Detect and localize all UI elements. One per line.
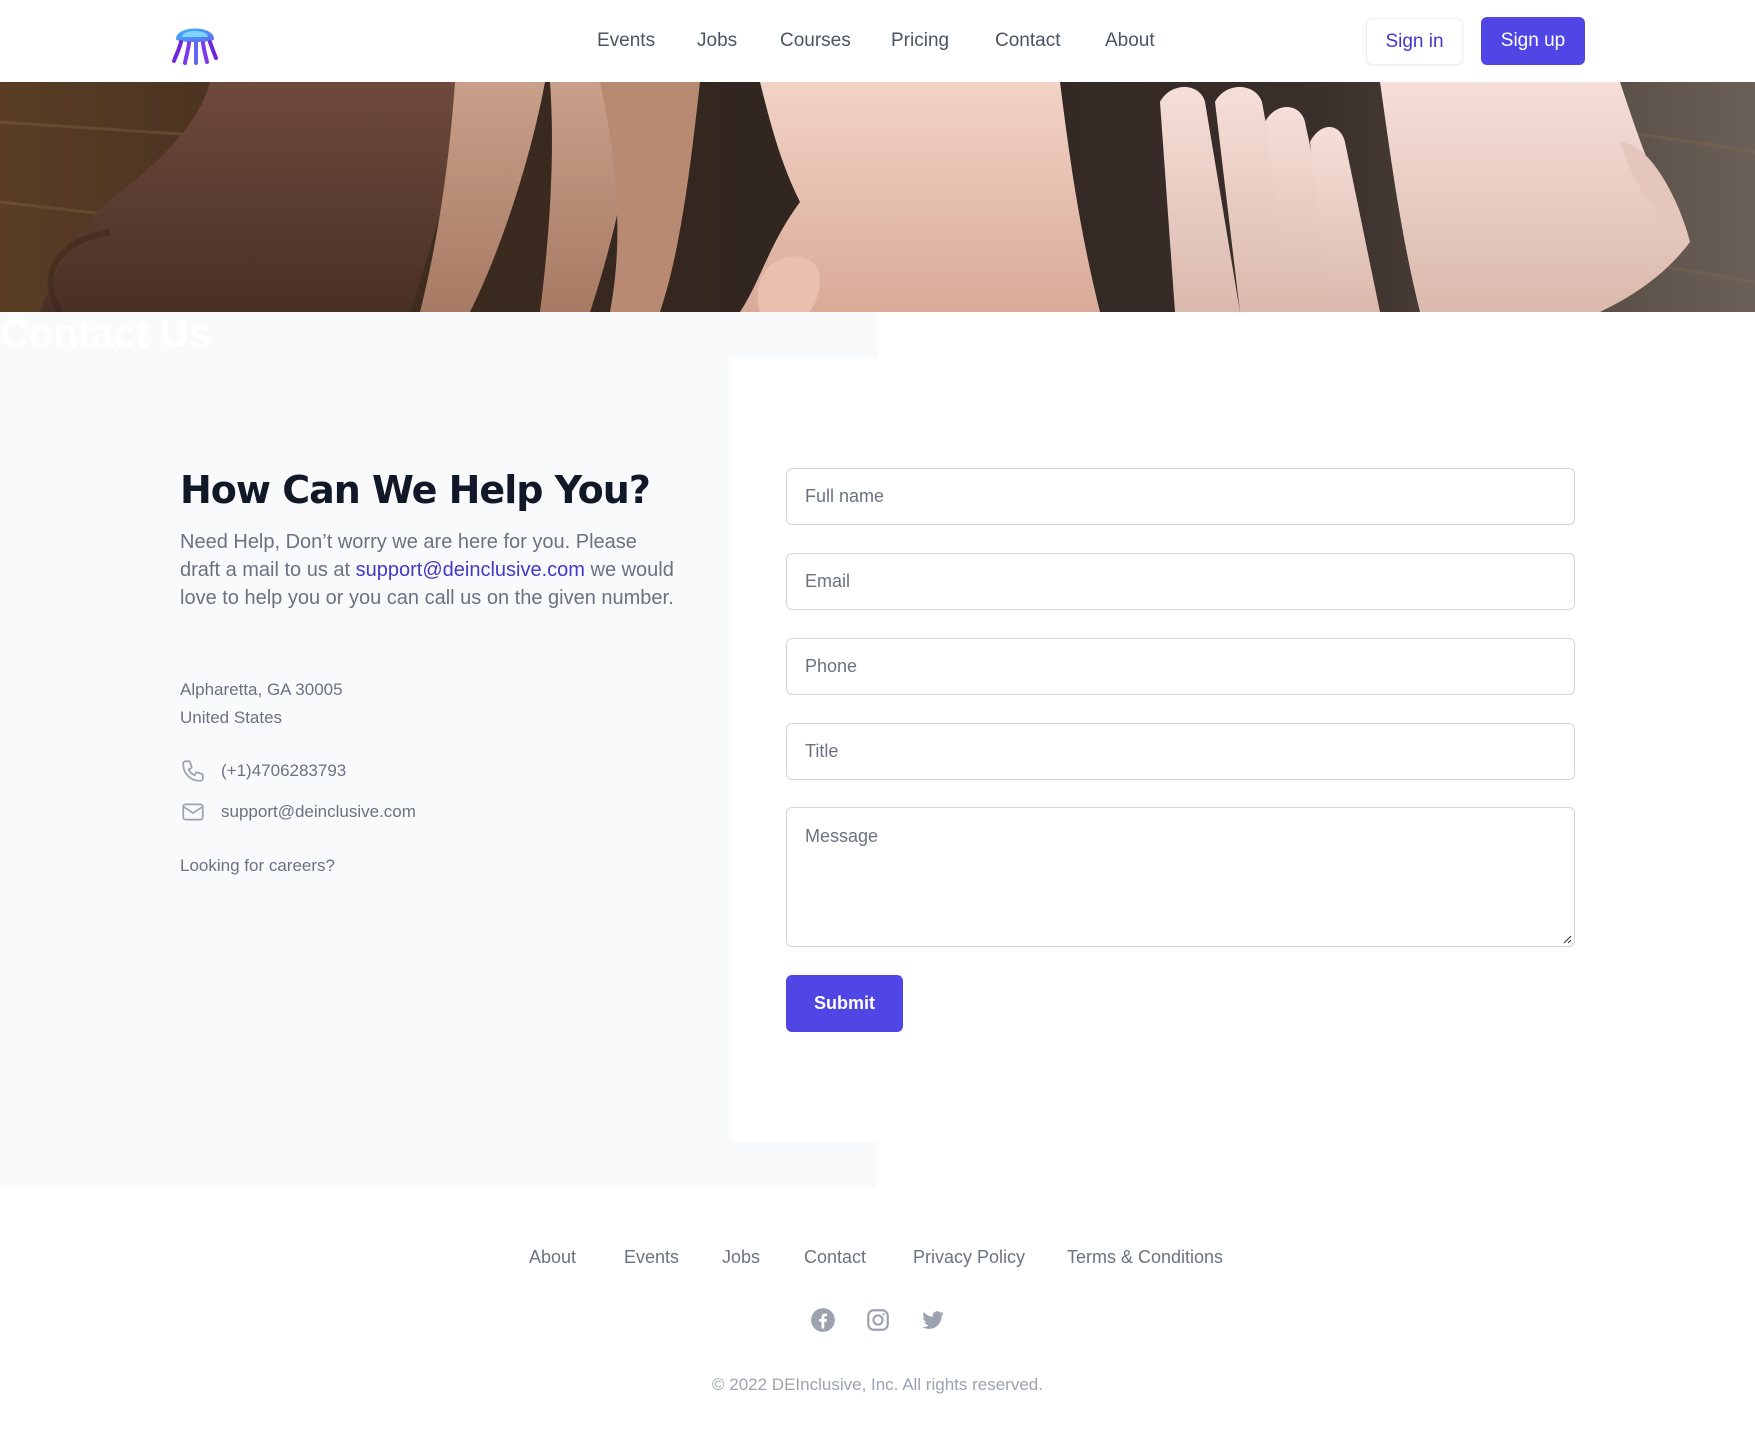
- address-line-1: Alpharetta, GA 30005: [180, 680, 343, 699]
- page-title: Contact Us: [0, 312, 212, 356]
- footer-link-events[interactable]: Events: [624, 1247, 679, 1268]
- message-textarea[interactable]: Message: [786, 807, 1575, 947]
- sign-in-button[interactable]: Sign in: [1366, 18, 1463, 65]
- nav-courses[interactable]: Courses: [780, 30, 851, 52]
- message-placeholder: Message: [805, 826, 879, 846]
- nav-events[interactable]: Events: [597, 30, 655, 52]
- hero-image: [0, 82, 1755, 312]
- phone-number[interactable]: (+1)4706283793: [221, 761, 346, 781]
- copyright: © 2022 DEInclusive, Inc. All rights rese…: [712, 1375, 1043, 1394]
- help-heading: How Can We Help You?: [180, 468, 651, 512]
- footer-link-privacy[interactable]: Privacy Policy: [913, 1247, 1025, 1268]
- site-header: Events Jobs Courses Pricing Contact Abou…: [0, 0, 1755, 82]
- email-address[interactable]: support@deinclusive.com: [221, 802, 416, 822]
- full-name-input[interactable]: Full name: [786, 468, 1575, 525]
- nav-about[interactable]: About: [1105, 30, 1155, 52]
- facebook-icon[interactable]: [810, 1307, 836, 1333]
- help-description: Need Help, Don’t worry we are here for y…: [180, 528, 680, 612]
- footer-link-contact[interactable]: Contact: [804, 1247, 866, 1268]
- phone-row: (+1)4706283793: [180, 758, 346, 784]
- address: Alpharetta, GA 30005 United States: [180, 676, 343, 732]
- instagram-icon[interactable]: [865, 1307, 891, 1333]
- submit-button[interactable]: Submit: [786, 975, 903, 1032]
- phone-icon: [182, 760, 204, 782]
- email-input[interactable]: Email: [786, 553, 1575, 610]
- twitter-icon[interactable]: [920, 1307, 946, 1333]
- help-email-link[interactable]: support@deinclusive.com: [356, 559, 585, 581]
- sign-up-button[interactable]: Sign up: [1481, 17, 1585, 65]
- nav-contact[interactable]: Contact: [995, 30, 1060, 52]
- address-line-2: United States: [180, 708, 283, 727]
- nav-jobs[interactable]: Jobs: [697, 30, 737, 52]
- nav-pricing[interactable]: Pricing: [891, 30, 949, 52]
- footer-link-about[interactable]: About: [529, 1247, 576, 1268]
- title-input[interactable]: Title: [786, 723, 1575, 780]
- mail-icon: [182, 803, 204, 821]
- footer-link-terms[interactable]: Terms & Conditions: [1067, 1247, 1223, 1268]
- footer-link-jobs[interactable]: Jobs: [722, 1247, 760, 1268]
- phone-input[interactable]: Phone: [786, 638, 1575, 695]
- email-row: support@deinclusive.com: [180, 799, 416, 825]
- resize-handle-icon[interactable]: [1562, 934, 1572, 944]
- careers-link[interactable]: Looking for careers?: [180, 856, 335, 876]
